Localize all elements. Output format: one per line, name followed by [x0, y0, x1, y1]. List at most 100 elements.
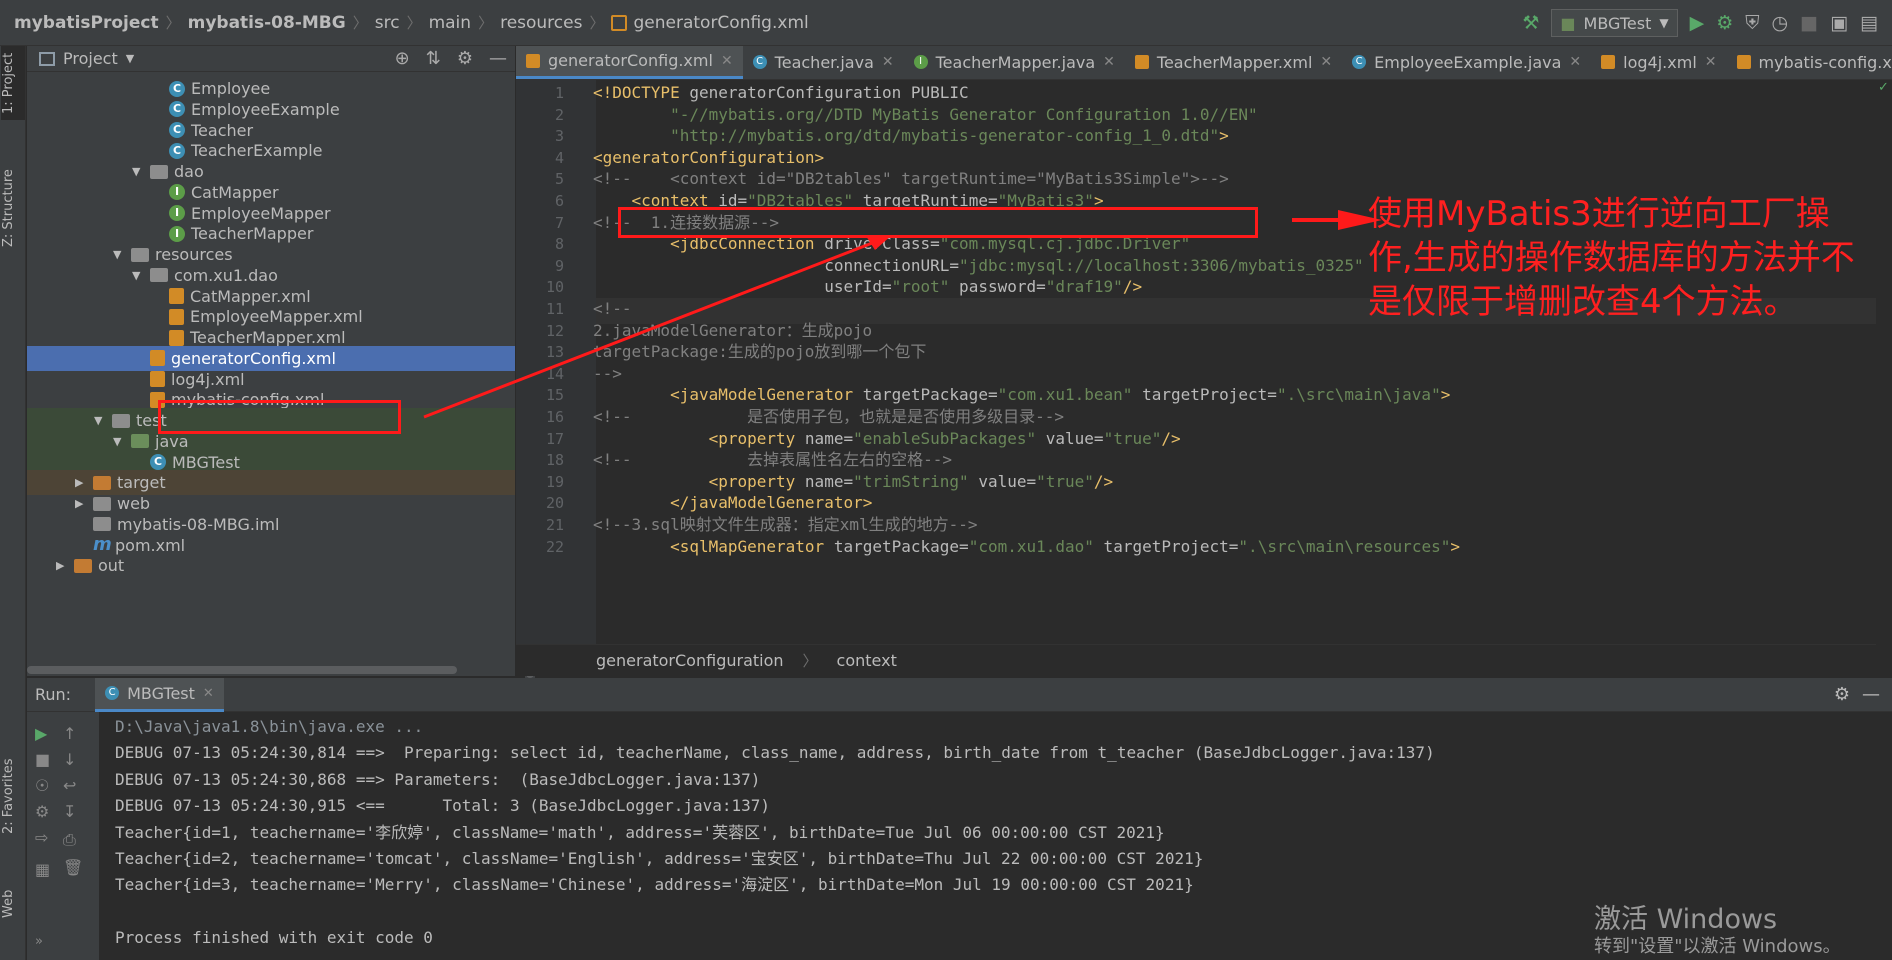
xml-icon: [169, 308, 184, 325]
breadcrumb-item[interactable]: mybatisProject: [14, 13, 159, 33]
tree-item-label: web: [117, 494, 151, 513]
test-folder-icon: [131, 434, 149, 449]
layout-icon[interactable]: ▦: [35, 860, 50, 879]
gear-icon[interactable]: ⚙: [457, 48, 473, 69]
editor-tab[interactable]: C Teacher.java ✕: [743, 46, 904, 79]
close-icon[interactable]: ✕: [882, 54, 894, 70]
expanded-arrow-icon[interactable]: ▼: [132, 269, 150, 282]
breadcrumb-item[interactable]: generatorConfig.xml: [633, 13, 808, 33]
tree-item-label: CatMapper.xml: [190, 286, 311, 306]
code-token: targetPackage:生成的pojo放到哪一个包下: [593, 342, 927, 362]
chevron-right-icon: 〉: [802, 652, 818, 670]
expanded-arrow-icon[interactable]: ▼: [132, 165, 150, 178]
editor-breadcrumb-item[interactable]: context: [837, 651, 897, 670]
code-token: </javaModelGenerator>: [593, 493, 873, 513]
expanded-arrow-icon[interactable]: ▼: [113, 248, 131, 261]
editor-tab[interactable]: TeacherMapper.xml ✕: [1125, 46, 1342, 79]
up-icon[interactable]: ↑: [63, 724, 76, 743]
code-token: <!-- <context id="DB2tables" targetRunti…: [593, 169, 1229, 189]
editor-tab[interactable]: log4j.xml ✕: [1591, 46, 1726, 79]
close-icon[interactable]: ✕: [1705, 54, 1717, 70]
hide-icon[interactable]: —: [489, 48, 507, 69]
main-toolbar: ⚒ ■ MBGTest ▼ ▶ ⚙ ⛨ ◷ ■ ▣ ▤: [1522, 0, 1892, 46]
tree-item-label: resources: [155, 245, 233, 264]
tab-web-tool[interactable]: Web: [1, 884, 25, 924]
down-icon[interactable]: ↓: [63, 750, 76, 769]
tree-item-label: mybatis-08-MBG.iml: [117, 514, 280, 534]
terminal-icon[interactable]: ▤: [1860, 13, 1878, 33]
gear-icon[interactable]: ⚙: [1834, 684, 1850, 705]
editor-breadcrumb-item[interactable]: generatorConfiguration: [596, 651, 784, 670]
stop-icon[interactable]: ■: [35, 750, 50, 769]
tree-item[interactable]: ▶ out: [27, 553, 515, 578]
trash-icon[interactable]: 🗑: [63, 858, 83, 877]
editor-tab[interactable]: mybatis-config.xml✕: [1727, 46, 1892, 79]
editor-tab[interactable]: C EmployeeExample.java ✕: [1342, 46, 1591, 79]
more-icon[interactable]: »: [35, 934, 43, 949]
run-icon[interactable]: ▶: [1690, 13, 1705, 33]
coverage-icon[interactable]: ⛨: [1745, 13, 1759, 33]
import-icon[interactable]: ⇨: [35, 828, 48, 847]
class-icon: C: [169, 142, 185, 159]
console-line: Teacher{id=3, teachername='Merry', class…: [115, 875, 1194, 895]
hide-icon[interactable]: —: [1862, 684, 1880, 705]
debug-icon[interactable]: ⚙: [1716, 13, 1733, 33]
tree-item-label: generatorConfig.xml: [171, 348, 336, 368]
project-panel: Project ▼ ⊕ ⇅ ⚙ — C Employee C EmployeeExam…: [27, 46, 535, 686]
xml-icon: [169, 288, 184, 304]
project-panel-header: Project ▼ ⊕ ⇅ ⚙ —: [27, 46, 515, 72]
editor-tab[interactable]: generatorConfig.xml ✕: [516, 46, 743, 79]
breadcrumb-item[interactable]: src: [375, 13, 400, 33]
code-token: <!-- 去掉表属性名左右的空格-->: [593, 450, 953, 470]
editor-tab-label: EmployeeExample.java: [1374, 52, 1562, 72]
breadcrumb-item[interactable]: main: [429, 13, 471, 33]
tree-item-label: target: [117, 473, 166, 493]
close-icon[interactable]: ✕: [721, 53, 733, 69]
code-view[interactable]: <!DOCTYPE generatorConfiguration PUBLIC …: [516, 80, 1892, 644]
code-token: password=: [949, 277, 1046, 297]
breadcrumb-item[interactable]: mybatis-08-MBG: [188, 13, 346, 33]
tree-item-label: EmployeeMapper: [191, 203, 331, 223]
tab-structure-tool[interactable]: Z: Structure: [1, 156, 25, 260]
expanded-arrow-icon[interactable]: ▼: [113, 435, 131, 448]
bug-icon[interactable]: ⚙: [35, 802, 49, 821]
tree-horizontal-scrollbar[interactable]: [27, 666, 457, 674]
collapsed-arrow-icon[interactable]: ▶: [56, 559, 74, 572]
scroll-to-end-icon[interactable]: ↧: [63, 802, 76, 821]
camera-icon[interactable]: ☉: [35, 776, 49, 795]
close-icon[interactable]: ✕: [1320, 54, 1332, 70]
profile-icon[interactable]: ◷: [1772, 13, 1789, 33]
collapsed-arrow-icon[interactable]: ▶: [75, 497, 93, 510]
tab-project-tool[interactable]: 1: Project: [1, 46, 25, 120]
run-configuration-select[interactable]: ■ MBGTest ▼: [1551, 9, 1678, 37]
stop-icon[interactable]: ■: [1800, 13, 1818, 33]
project-structure-icon[interactable]: ▣: [1830, 13, 1848, 33]
right-gutter-strip: ✓: [1876, 80, 1892, 676]
chevron-right-icon: 〉: [165, 14, 181, 32]
breadcrumb-item[interactable]: resources: [500, 13, 582, 33]
collapsed-arrow-icon[interactable]: ▶: [75, 476, 93, 489]
chevron-down-icon[interactable]: ▼: [126, 52, 134, 65]
build-hammer-icon[interactable]: ⚒: [1522, 13, 1539, 33]
editor-tab[interactable]: I TeacherMapper.java ✕: [904, 46, 1125, 79]
locate-icon[interactable]: ⊕: [395, 48, 410, 69]
project-panel-title[interactable]: Project: [63, 49, 118, 68]
code-token: <!DOCTYPE: [593, 83, 690, 102]
close-icon[interactable]: ✕: [1103, 54, 1115, 70]
tree-item-label: MBGTest: [172, 452, 240, 472]
close-icon[interactable]: ✕: [1569, 54, 1581, 70]
close-icon[interactable]: ✕: [203, 686, 214, 701]
soft-wrap-icon[interactable]: ↩: [63, 776, 76, 795]
code-token: <!--3.sql映射文件生成器：指定xml生成的地方-->: [593, 515, 978, 534]
folder-icon: [112, 413, 130, 428]
code-token: <!--: [593, 299, 632, 318]
run-tab-mbgtest[interactable]: C MBGTest ✕: [95, 677, 224, 712]
tree-item-label: TeacherExample: [191, 141, 323, 161]
tab-favorites-tool[interactable]: 2: Favorites: [1, 746, 25, 846]
xml-icon: [526, 53, 540, 68]
collapse-all-icon[interactable]: ⇅: [426, 48, 441, 69]
expanded-arrow-icon[interactable]: ▼: [94, 414, 112, 427]
rerun-icon[interactable]: ▶: [35, 724, 47, 743]
print-icon[interactable]: ⎙: [63, 830, 76, 850]
tree-item-label: Teacher: [191, 120, 254, 140]
